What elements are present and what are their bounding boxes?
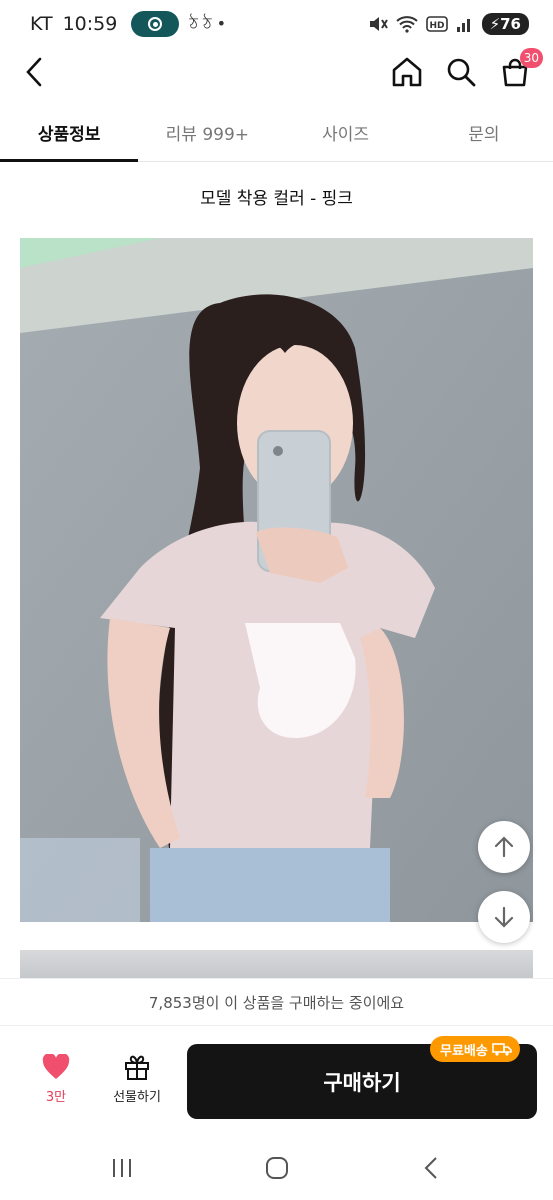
svg-text:HD: HD <box>429 21 444 31</box>
next-product-photo <box>20 950 533 980</box>
arrow-up-icon <box>494 836 514 858</box>
truck-icon <box>492 1043 512 1056</box>
bottom-action-bar: 3만 선물하기 구매하기 무료배송 <box>0 1026 553 1134</box>
product-tabs: 상품정보 리뷰 999+ 사이즈 문의 <box>0 104 553 162</box>
model-color-caption: 모델 착용 컬러 - 핑크 <box>200 189 353 209</box>
scroll-up-button[interactable] <box>478 821 530 873</box>
free-shipping-badge: 무료배송 <box>430 1036 520 1062</box>
system-nav-bar <box>0 1134 553 1200</box>
battery-indicator: ⚡ 76 <box>481 13 529 35</box>
screen-record-icon <box>131 11 180 37</box>
heart-icon <box>42 1054 70 1079</box>
like-button[interactable]: 3만 <box>24 1054 88 1105</box>
app-header: 30 <box>0 48 553 96</box>
home-icon <box>392 57 422 87</box>
chevron-left-icon <box>26 57 42 87</box>
mute-icon <box>369 17 388 31</box>
arrow-down-icon <box>494 906 514 928</box>
gift-icon <box>125 1055 149 1080</box>
product-photo <box>20 238 533 922</box>
search-icon <box>447 58 476 87</box>
tab-size[interactable]: 사이즈 <box>277 104 415 161</box>
recents-icon <box>113 1159 131 1177</box>
wifi-icon <box>395 16 418 33</box>
like-count: 3만 <box>45 1090 67 1105</box>
model-photo-illustration <box>20 238 533 922</box>
home-button[interactable] <box>387 52 427 92</box>
tab-inquiry[interactable]: 문의 <box>415 104 553 161</box>
search-button[interactable] <box>441 52 481 92</box>
tab-product-info[interactable]: 상품정보 <box>0 104 139 162</box>
purchase-activity-notice: 7,853명이 이 상품을 구매하는 중이에요 <box>0 978 553 1026</box>
signal-icon <box>456 19 470 32</box>
scroll-down-button[interactable] <box>478 891 530 943</box>
cart-button[interactable]: 30 <box>495 48 543 92</box>
back-chevron-icon <box>424 1157 437 1179</box>
recents-button[interactable] <box>102 1148 142 1188</box>
home-circle-icon <box>266 1157 288 1179</box>
notification-icons: ঠ ঠ • <box>189 13 227 33</box>
cart-count-badge: 30 <box>519 48 543 68</box>
free-shipping-label: 무료배송 <box>440 1043 488 1059</box>
gift-button[interactable]: 선물하기 <box>104 1054 170 1105</box>
back-nav-button[interactable] <box>412 1148 452 1188</box>
clock: 10:59 <box>62 13 118 35</box>
gift-label: 선물하기 <box>113 1090 161 1105</box>
hd-icon: HD <box>425 16 448 32</box>
carrier: KT <box>30 13 53 35</box>
status-bar: KT 10:59 ঠ ঠ • HD ⚡ 76 <box>0 0 553 48</box>
tab-reviews[interactable]: 리뷰 999+ <box>138 104 276 161</box>
home-nav-button[interactable] <box>257 1148 297 1188</box>
back-button[interactable] <box>14 52 54 92</box>
